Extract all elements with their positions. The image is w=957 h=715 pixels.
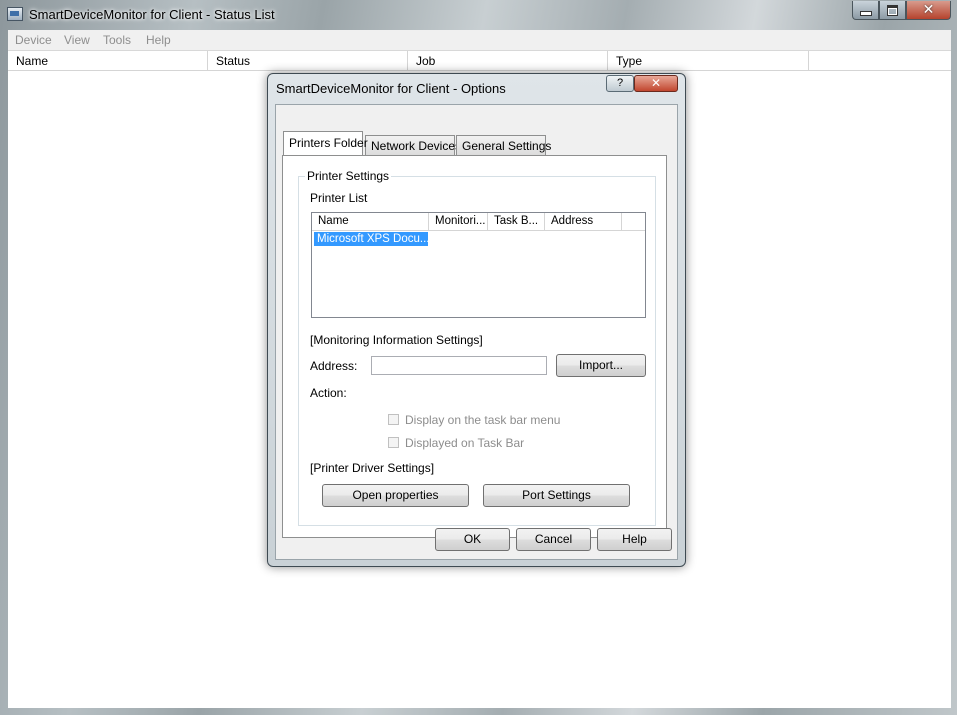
printer-column-taskbar[interactable]: Task B... — [488, 213, 545, 230]
printer-row-selected[interactable]: Microsoft XPS Docu... — [314, 232, 428, 246]
printer-column-monitoring[interactable]: Monitori... — [429, 213, 488, 230]
printer-settings-group: Printer Settings Printer List Name Monit… — [298, 169, 656, 526]
tab-general-settings[interactable]: General Settings — [456, 135, 551, 155]
port-settings-button[interactable]: Port Settings — [483, 484, 630, 507]
close-button[interactable]: ✕ — [906, 1, 951, 20]
menu-help[interactable]: Help — [146, 33, 171, 47]
tab-printers-folder[interactable]: Printers Folder — [283, 131, 368, 155]
column-job[interactable]: Job — [408, 51, 608, 70]
column-name[interactable]: Name — [8, 51, 208, 70]
action-label: Action: — [310, 386, 347, 400]
app-icon[interactable] — [7, 7, 23, 21]
dialog-body: Printers Folder Network Devices General … — [275, 104, 678, 560]
main-titlebar[interactable]: SmartDeviceMonitor for Client - Status L… — [0, 0, 957, 30]
dialog-close-icon[interactable]: ✕ — [634, 75, 678, 92]
printer-list-header: Name Monitori... Task B... Address — [312, 213, 645, 231]
import-button[interactable]: Import... — [556, 354, 646, 377]
column-status[interactable]: Status — [208, 51, 408, 70]
options-dialog: SmartDeviceMonitor for Client - Options … — [267, 73, 686, 567]
minimize-button[interactable] — [852, 1, 879, 20]
minimize-icon — [859, 10, 872, 16]
menu-tools[interactable]: Tools — [103, 33, 131, 47]
menu-device[interactable]: Device — [15, 33, 52, 47]
taskbar-menu-checkbox[interactable] — [388, 414, 399, 425]
ok-button[interactable]: OK — [435, 528, 510, 551]
maximize-icon — [887, 4, 898, 16]
column-type[interactable]: Type — [608, 51, 809, 70]
maximize-button[interactable] — [879, 1, 906, 20]
tab-network-devices[interactable]: Network Devices — [365, 135, 461, 155]
menubar: Device View Tools Help — [8, 30, 951, 51]
dialog-help-icon[interactable]: ? — [606, 75, 634, 92]
taskbar-label: Displayed on Task Bar — [405, 436, 525, 450]
taskbar-checkbox[interactable] — [388, 437, 399, 448]
open-properties-button[interactable]: Open properties — [322, 484, 469, 507]
driver-section-label: [Printer Driver Settings] — [310, 461, 435, 475]
menu-view[interactable]: View — [64, 33, 90, 47]
cancel-button[interactable]: Cancel — [516, 528, 591, 551]
close-icon: ✕ — [922, 2, 935, 18]
address-label: Address: — [310, 359, 358, 373]
main-window-title: SmartDeviceMonitor for Client - Status L… — [29, 7, 275, 22]
monitoring-section-label: [Monitoring Information Settings] — [310, 333, 483, 347]
address-input[interactable] — [371, 356, 547, 375]
printer-column-name[interactable]: Name — [312, 213, 429, 230]
printer-column-address[interactable]: Address — [545, 213, 622, 230]
status-list-header: Name Status Job Type — [8, 51, 951, 71]
printer-settings-label: Printer Settings — [305, 169, 392, 183]
printers-folder-panel: Printer Settings Printer List Name Monit… — [282, 155, 667, 538]
help-button[interactable]: Help — [597, 528, 672, 551]
printer-list-label: Printer List — [310, 191, 368, 205]
taskbar-menu-label: Display on the task bar menu — [405, 413, 561, 427]
dialog-title: SmartDeviceMonitor for Client - Options — [276, 81, 506, 96]
printer-list[interactable]: Name Monitori... Task B... Address Micro… — [311, 212, 646, 318]
